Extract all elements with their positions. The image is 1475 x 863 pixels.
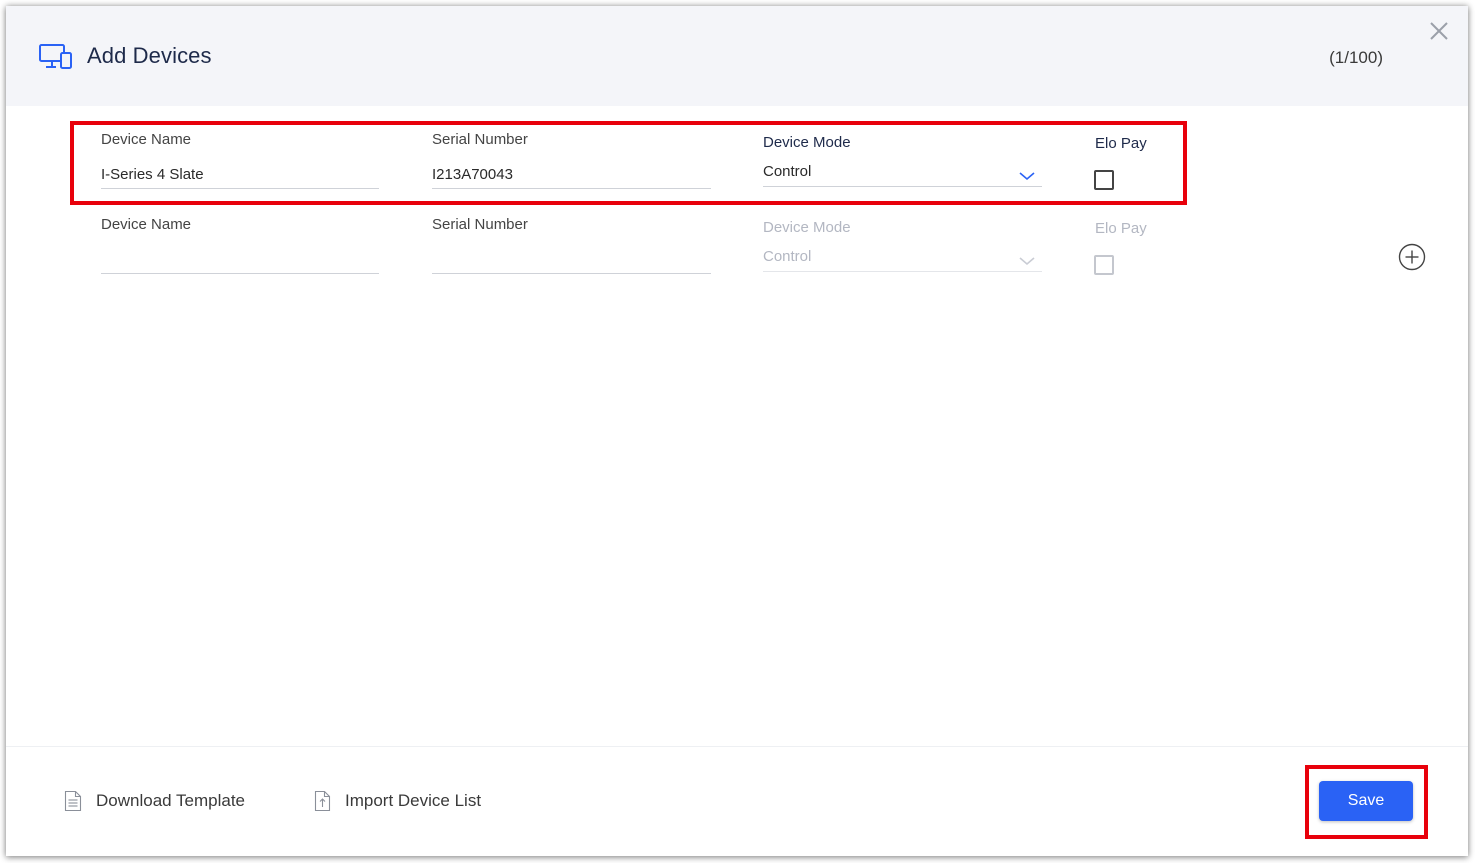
device-count: (1/100) [1329, 48, 1383, 67]
download-template-label: Download Template [96, 791, 245, 810]
upload-file-icon [314, 790, 331, 812]
elo-pay-label: Elo Pay [1095, 220, 1147, 237]
import-device-list-label: Import Device List [345, 791, 482, 810]
dialog-title: Add Devices [87, 43, 212, 68]
device-mode-underline [763, 271, 1042, 272]
device-name-underline [101, 188, 379, 189]
device-mode-underline [763, 186, 1042, 187]
elo-pay-checkbox[interactable] [1094, 170, 1114, 190]
download-template-link[interactable]: Download Template [64, 788, 245, 814]
chevron-down-icon[interactable] [1019, 253, 1035, 271]
device-mode-label: Device Mode [763, 219, 851, 236]
row-highlight-box [70, 121, 1187, 205]
save-button[interactable]: Save [1319, 781, 1413, 821]
device-mode-select[interactable]: Control [763, 248, 811, 265]
close-icon[interactable] [1429, 21, 1449, 46]
serial-number-label: Serial Number [432, 216, 528, 233]
device-name-input[interactable]: I-Series 4 Slate [101, 166, 204, 183]
footer-divider [6, 746, 1468, 747]
device-name-label: Device Name [101, 131, 192, 148]
dialog-header: Add Devices (1/100) [6, 6, 1468, 106]
device-name-label: Device Name [101, 216, 192, 233]
serial-number-label: Serial Number [432, 131, 528, 148]
document-icon [64, 790, 82, 812]
import-device-list-link[interactable]: Import Device List [314, 788, 481, 814]
plus-circle-icon[interactable] [1398, 243, 1426, 276]
device-mode-label: Device Mode [763, 134, 851, 151]
add-devices-dialog: Add Devices (1/100) Device Name I-Series… [6, 6, 1468, 856]
serial-number-underline [432, 188, 711, 189]
chevron-down-icon[interactable] [1019, 168, 1035, 186]
device-mode-select[interactable]: Control [763, 163, 811, 180]
serial-number-underline [432, 273, 711, 274]
elo-pay-label: Elo Pay [1095, 135, 1147, 152]
serial-number-input[interactable]: I213A70043 [432, 166, 513, 183]
device-name-underline [101, 273, 379, 274]
elo-pay-checkbox[interactable] [1094, 255, 1114, 275]
devices-icon [39, 44, 73, 75]
